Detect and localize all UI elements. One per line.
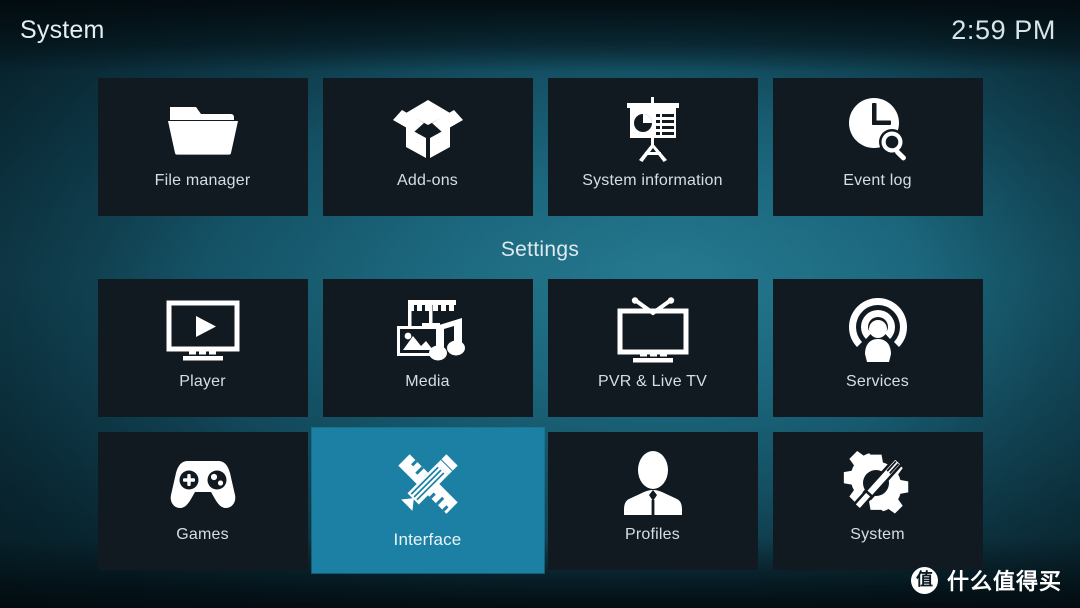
tile-label: System bbox=[850, 526, 905, 543]
pencil-ruler-icon bbox=[390, 440, 466, 528]
tile-label: File manager bbox=[154, 172, 251, 189]
media-stack-icon bbox=[388, 289, 468, 371]
tile-media[interactable]: Media bbox=[322, 279, 533, 417]
tile-label: Media bbox=[405, 373, 450, 390]
tile-system-information[interactable]: System information bbox=[547, 78, 758, 216]
tile-system[interactable]: System bbox=[772, 432, 983, 570]
tile-pvr-live-tv[interactable]: PVR & Live TV bbox=[547, 279, 758, 417]
tile-event-log[interactable]: Event log bbox=[772, 78, 983, 216]
watermark: 值 什么值得买 bbox=[910, 564, 1062, 596]
tile-services[interactable]: Services bbox=[772, 279, 983, 417]
tile-label: System information bbox=[582, 172, 723, 189]
presentation-icon bbox=[617, 88, 689, 170]
watermark-badge-icon: 值 bbox=[910, 566, 938, 594]
monitor-play-icon bbox=[163, 289, 243, 371]
tile-label: Player bbox=[179, 373, 226, 390]
settings-row-1: Player Media PVR & Live TV Services bbox=[0, 279, 1080, 417]
window-header: System 2:59 PM bbox=[0, 0, 1080, 60]
tile-add-ons[interactable]: Add-ons bbox=[322, 78, 533, 216]
tile-player[interactable]: Player bbox=[97, 279, 308, 417]
tile-label: PVR & Live TV bbox=[597, 373, 707, 390]
tile-label: Games bbox=[176, 526, 229, 543]
tile-profiles[interactable]: Profiles bbox=[547, 432, 758, 570]
tile-label: Interface bbox=[393, 530, 462, 549]
person-icon bbox=[617, 442, 689, 524]
watermark-text: 什么值得买 bbox=[946, 570, 1062, 595]
settings-section-label: Settings bbox=[500, 238, 580, 261]
tile-games[interactable]: Games bbox=[97, 432, 308, 570]
tv-antenna-icon bbox=[613, 289, 693, 371]
menu-grid: File manager Add-ons System information … bbox=[0, 60, 1080, 573]
settings-row-2: Games Interface Profiles System bbox=[0, 428, 1080, 573]
top-row: File manager Add-ons System information … bbox=[0, 78, 1080, 216]
tile-interface[interactable]: Interface bbox=[311, 428, 544, 573]
tile-label: Event log bbox=[843, 172, 912, 189]
clock: 2:59 PM bbox=[951, 14, 1056, 45]
folder-icon bbox=[164, 88, 242, 170]
tile-label: Add-ons bbox=[397, 172, 458, 189]
gear-tools-icon bbox=[841, 442, 915, 524]
tile-label: Services bbox=[846, 373, 909, 390]
broadcast-user-icon bbox=[843, 289, 913, 371]
page-title: System bbox=[20, 15, 105, 44]
gamepad-icon bbox=[162, 442, 244, 524]
tile-file-manager[interactable]: File manager bbox=[97, 78, 308, 216]
open-box-icon bbox=[390, 88, 466, 170]
clock-search-icon bbox=[843, 88, 913, 170]
tile-label: Profiles bbox=[625, 526, 680, 543]
